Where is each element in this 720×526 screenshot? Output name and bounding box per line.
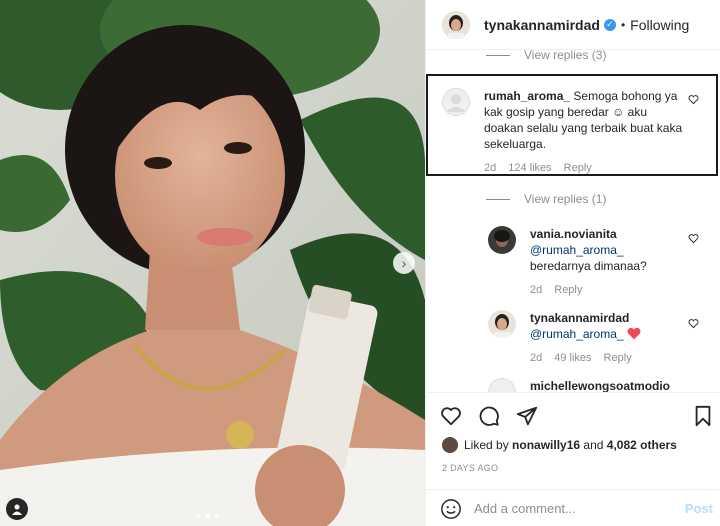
author-username[interactable]: tynakannamirdad: [484, 17, 600, 33]
liker-avatar[interactable]: [442, 437, 458, 453]
divider-line: [486, 54, 510, 56]
add-comment-bar: Post: [426, 489, 720, 526]
reply-username[interactable]: tynakannamirdad: [530, 310, 690, 326]
chevron-right-icon: ›: [401, 255, 407, 271]
header-separator: •: [620, 17, 626, 32]
reply-likes[interactable]: 49 likes: [554, 350, 591, 366]
view-replies-mid[interactable]: View replies (1): [486, 192, 606, 206]
verified-badge-icon: ✓: [603, 18, 616, 31]
liked-by-label: Liked by: [464, 438, 509, 452]
like-reply-heart-icon[interactable]: [688, 318, 699, 329]
reply-button[interactable]: Reply: [564, 160, 592, 176]
commenter-avatar[interactable]: [442, 88, 470, 116]
post-date[interactable]: 2 DAYS AGO: [442, 463, 498, 473]
reply-mention[interactable]: @rumah_aroma_: [530, 327, 624, 341]
likes-summary: Liked by nonawilly16 and 4,082 others: [442, 437, 677, 453]
post-header: tynakannamirdad ✓ • Following: [426, 0, 720, 50]
view-replies-label: View replies (3): [524, 50, 607, 62]
like-reply-heart-icon[interactable]: [688, 233, 699, 244]
comment-username[interactable]: rumah_aroma_: [484, 89, 570, 103]
liked-by-and: and: [583, 438, 604, 452]
red-heart-emoji-icon: [627, 327, 641, 340]
post-sidebar: tynakannamirdad ✓ • Following View repli…: [425, 0, 720, 526]
author-avatar[interactable]: [442, 10, 470, 39]
comment-bubble-icon[interactable]: [478, 405, 500, 427]
liked-by-user[interactable]: nonawilly16: [512, 438, 580, 452]
view-replies-label: View replies (1): [524, 192, 607, 206]
reply-time[interactable]: 2d: [530, 350, 542, 366]
like-heart-icon[interactable]: [440, 405, 462, 427]
reply-button[interactable]: Reply: [554, 282, 582, 298]
save-bookmark-icon[interactable]: [693, 405, 713, 427]
reply-mention[interactable]: @rumah_aroma_: [530, 242, 690, 258]
post-actions: Liked by nonawilly16 and 4,082 others 2 …: [426, 392, 720, 519]
following-button[interactable]: Following: [630, 17, 689, 33]
reply-username[interactable]: vania.novianita: [530, 226, 690, 242]
reply-time[interactable]: 2d: [530, 282, 542, 298]
next-photo-button[interactable]: ›: [393, 252, 415, 274]
post-photo[interactable]: ›: [0, 0, 425, 526]
comment-input[interactable]: [474, 501, 664, 516]
reply-item: vania.novianita @rumah_aroma_ beredarnya…: [488, 226, 708, 298]
carousel-indicator: [196, 514, 219, 519]
replier-avatar[interactable]: [488, 378, 516, 392]
reply-text: beredarnya dimanaa?: [530, 259, 647, 273]
carousel-dot-active: [205, 514, 210, 519]
photo-illustration: [0, 0, 425, 526]
tag-person-icon: [12, 504, 22, 515]
replier-avatar[interactable]: [488, 310, 516, 338]
reply-item: tynakannamirdad @rumah_aroma_ 2d 49 like…: [488, 310, 708, 366]
like-comment-heart-icon[interactable]: [688, 94, 699, 105]
view-replies-top[interactable]: View replies (3): [486, 50, 606, 62]
replier-avatar[interactable]: [488, 226, 516, 254]
reply-item: michellewongsoatmodio: [488, 378, 708, 392]
comment-item: rumah_aroma_ Semoga bohong ya kak gosip …: [442, 88, 712, 176]
post-comment-button[interactable]: Post: [685, 501, 713, 516]
reply-username[interactable]: michellewongsoatmodio: [530, 378, 690, 392]
tagged-people-button[interactable]: [6, 498, 28, 520]
reply-button[interactable]: Reply: [604, 350, 632, 366]
carousel-dot: [196, 514, 201, 519]
emoji-smile-icon[interactable]: [440, 498, 462, 520]
divider-line: [486, 198, 510, 200]
carousel-dot: [214, 514, 219, 519]
comment-likes[interactable]: 124 likes: [508, 160, 551, 176]
comments-list[interactable]: View replies (3) rumah_aroma_ Semoga boh…: [426, 50, 720, 392]
share-paper-plane-icon[interactable]: [516, 405, 538, 427]
comment-time[interactable]: 2d: [484, 160, 496, 176]
liked-by-others[interactable]: 4,082 others: [607, 438, 677, 452]
